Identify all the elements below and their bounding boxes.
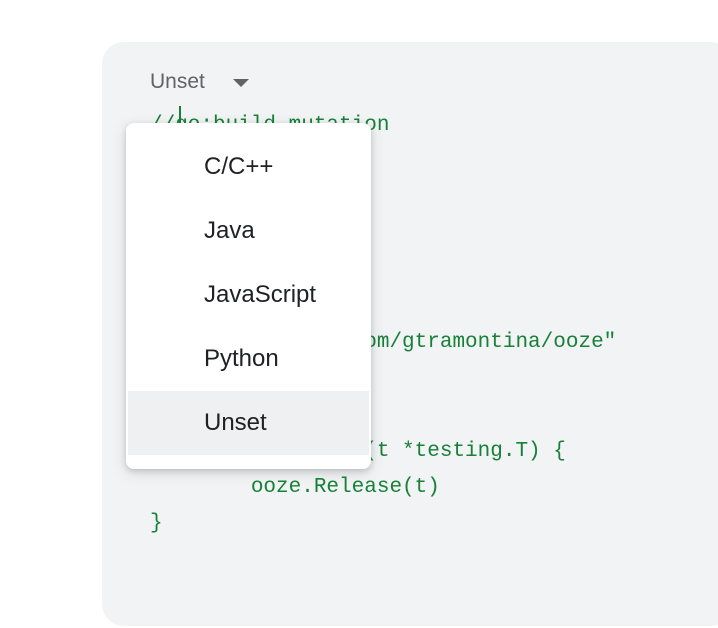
- menu-item-c-cpp[interactable]: C/C++: [126, 135, 371, 199]
- language-select[interactable]: Unset: [150, 68, 249, 96]
- code-line: }: [150, 512, 163, 536]
- dropdown-caret-icon: [232, 79, 249, 87]
- menu-item-java[interactable]: Java: [126, 199, 371, 263]
- language-menu: C/C++ Java JavaScript Python Unset: [126, 123, 371, 469]
- menu-item-unset[interactable]: Unset: [128, 391, 369, 455]
- menu-item-python[interactable]: Python: [126, 327, 371, 391]
- language-select-value: Unset: [150, 70, 205, 93]
- menu-item-javascript[interactable]: JavaScript: [126, 263, 371, 327]
- code-line: ooze.Release(t): [150, 476, 440, 500]
